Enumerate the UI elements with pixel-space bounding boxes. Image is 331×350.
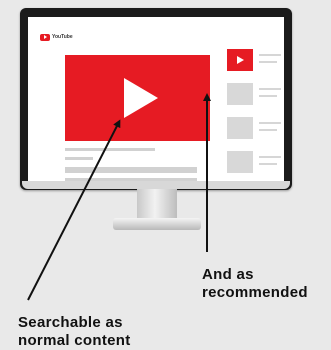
- searchable-annotation-line-2: normal content: [18, 332, 131, 349]
- searchable-annotation-line-1: Searchable as: [18, 314, 123, 331]
- recommended-annotation-line-1: And as: [202, 266, 254, 283]
- searchable-annotation: Searchable as normal content: [18, 314, 131, 350]
- illustration: YouTube And as recommended Searchable as…: [0, 0, 331, 350]
- recommended-annotation: And as recommended: [202, 266, 308, 302]
- arrow-to-video: [27, 119, 121, 301]
- recommended-annotation-line-2: recommended: [202, 284, 308, 301]
